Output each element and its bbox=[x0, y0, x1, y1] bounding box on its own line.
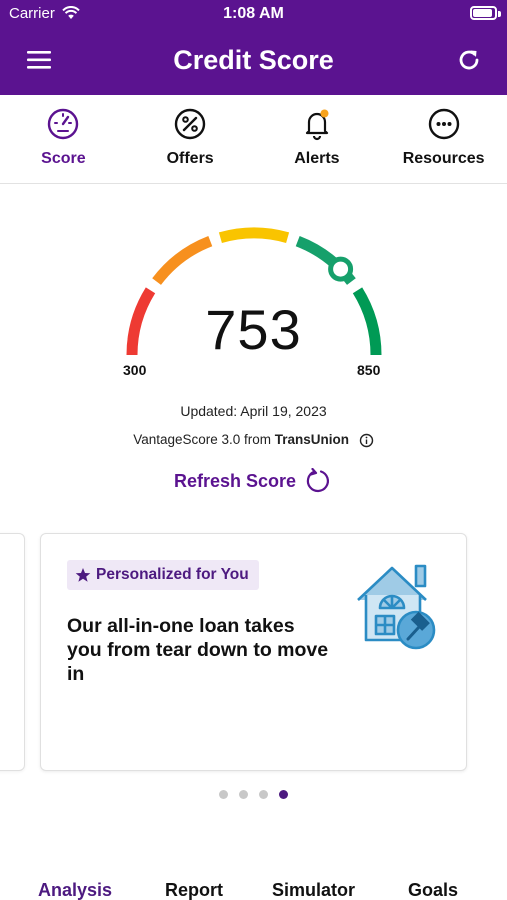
tab-goals[interactable]: Goals bbox=[408, 880, 458, 900]
more-dots-icon bbox=[428, 108, 459, 140]
tab-alerts[interactable]: Alerts bbox=[254, 95, 381, 183]
percent-icon bbox=[174, 108, 206, 140]
carousel-pagination bbox=[0, 790, 507, 799]
bottom-tab-bar: Analysis Report Simulator Goals bbox=[0, 880, 507, 900]
refresh-circle-icon bbox=[306, 468, 330, 493]
promo-card[interactable]: Personalized for You Our all-in-one loan… bbox=[40, 533, 467, 771]
star-icon bbox=[75, 568, 91, 582]
personalized-badge: Personalized for You bbox=[67, 560, 259, 590]
tab-resources[interactable]: Resources bbox=[380, 95, 507, 183]
credit-score-value: 753 bbox=[205, 298, 302, 361]
score-source-bureau: TransUnion bbox=[274, 432, 350, 447]
score-gauge: 753 300 850 bbox=[0, 185, 507, 385]
tab-score-label: Score bbox=[41, 150, 86, 167]
gauge-marker bbox=[328, 256, 354, 282]
bell-icon bbox=[305, 109, 329, 141]
status-time: 1:08 AM bbox=[223, 5, 284, 22]
promo-card-text: Our all-in-one loan takes you from tear … bbox=[67, 615, 329, 685]
tab-analysis[interactable]: Analysis bbox=[38, 880, 112, 900]
score-range-max: 850 bbox=[357, 362, 381, 378]
carousel-dot-2[interactable] bbox=[239, 790, 248, 799]
tab-offers-label: Offers bbox=[166, 150, 214, 167]
info-icon[interactable] bbox=[359, 433, 374, 448]
tab-resources-label: Resources bbox=[402, 150, 485, 167]
score-range-min: 300 bbox=[123, 362, 147, 378]
carousel-dot-3[interactable] bbox=[259, 790, 268, 799]
tab-report[interactable]: Report bbox=[165, 880, 223, 900]
score-source-model: VantageScore 3.0 from bbox=[133, 432, 275, 447]
app-header: Carrier 1:08 AM Credit Score bbox=[0, 0, 507, 95]
status-bar: Carrier 1:08 AM bbox=[0, 0, 507, 28]
battery-icon bbox=[470, 6, 497, 20]
tab-alerts-label: Alerts bbox=[294, 150, 340, 167]
carousel-dot-4[interactable] bbox=[279, 790, 288, 799]
page-title: Credit Score bbox=[173, 45, 334, 75]
previous-card[interactable] bbox=[0, 533, 25, 771]
house-hammer-icon bbox=[357, 564, 436, 650]
speedometer-icon bbox=[48, 108, 79, 140]
tab-offers[interactable]: Offers bbox=[127, 95, 254, 183]
refresh-score-button[interactable]: Refresh Score bbox=[174, 468, 331, 494]
refresh-score-label: Refresh Score bbox=[174, 470, 297, 491]
badge-label: Personalized for You bbox=[96, 566, 249, 583]
score-source: VantageScore 3.0 from TransUnion bbox=[0, 432, 507, 448]
refresh-icon[interactable] bbox=[455, 46, 483, 74]
carousel-dot-1[interactable] bbox=[219, 790, 228, 799]
gauge-segment-yellow bbox=[218, 227, 290, 244]
battery-nub bbox=[498, 11, 501, 17]
gauge-segment-orange bbox=[152, 235, 213, 286]
tab-score[interactable]: Score bbox=[0, 95, 127, 183]
top-tab-bar: Score Offers Alerts Resources bbox=[0, 95, 507, 184]
tab-simulator[interactable]: Simulator bbox=[272, 880, 355, 900]
score-updated-date: Updated: April 19, 2023 bbox=[180, 403, 327, 419]
